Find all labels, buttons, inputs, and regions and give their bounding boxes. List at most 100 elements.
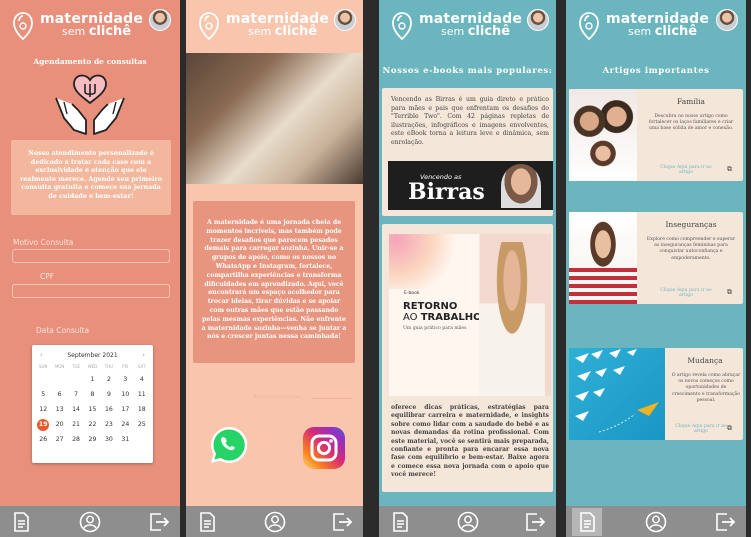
nav-profile-button[interactable] (75, 508, 105, 536)
weekday-label: SUN (38, 364, 48, 369)
exit-icon (150, 512, 170, 531)
calendar-day[interactable]: 15 (84, 404, 100, 416)
calendar-day[interactable]: 25 (134, 419, 150, 431)
calendar-day[interactable]: 8 (84, 389, 100, 401)
calendar-day[interactable]: 17 (117, 404, 133, 416)
article-description: Explore como compreender e superar as in… (646, 237, 736, 261)
calendar-day[interactable]: 6 (51, 389, 67, 401)
prev-month-button[interactable]: ‹ (40, 351, 43, 359)
instagram-glyph-icon (310, 434, 338, 462)
cover-glow (389, 234, 459, 289)
calendar-day[interactable]: 29 (84, 434, 100, 446)
article-link[interactable]: Clique Aqui para ir ao artigo (673, 424, 729, 434)
calendar-day[interactable]: 3 (117, 374, 133, 386)
nav-exit-button[interactable] (710, 508, 740, 536)
calendar-day[interactable]: 7 (68, 389, 84, 401)
calendar-day[interactable]: 22 (84, 419, 100, 431)
cover-subtitle: Um guia prático para mães (403, 326, 467, 331)
brand-logo[interactable]: maternidade sem clichê (389, 8, 522, 44)
cover-kicker: E-book (404, 291, 420, 296)
article-image-change (569, 348, 665, 440)
avatar[interactable] (716, 9, 738, 31)
calendar-day[interactable]: 13 (51, 404, 67, 416)
nav-exit-button[interactable] (144, 508, 174, 536)
screen-community: maternidade sem clichê A maternidade é um… (186, 0, 363, 537)
ebook-card-retorno[interactable]: E-book RETORNO AO TRABALHO Um guia práti… (382, 224, 553, 492)
calendar-day[interactable]: 12 (35, 404, 51, 416)
instagram-icon[interactable] (303, 427, 345, 469)
brand-line2-prefix: sem (62, 25, 89, 39)
brand-line2-main: clichê (88, 24, 132, 40)
calendar-day[interactable]: 26 (35, 434, 51, 446)
calendar-day[interactable]: 2 (101, 374, 117, 386)
cover-title-line2b: TRABALHO (420, 312, 482, 323)
calendar-day[interactable]: 20 (51, 419, 67, 431)
brand-logo[interactable]: maternidade sem clichê (10, 8, 143, 44)
user-icon (457, 511, 478, 532)
calendar-day[interactable]: 9 (101, 389, 117, 401)
ebook-cover-retorno[interactable]: E-book RETORNO AO TRABALHO Um guia práti… (389, 234, 551, 396)
nav-profile-button[interactable] (260, 508, 290, 536)
calendar-day[interactable]: 27 (51, 434, 67, 446)
next-month-button[interactable]: › (142, 351, 145, 359)
calendar-day[interactable]: 30 (101, 434, 117, 446)
data-label: Data Consulta (36, 326, 90, 335)
avatar[interactable] (527, 9, 549, 31)
nav-profile-button[interactable] (641, 508, 671, 536)
calendar-day[interactable]: 10 (117, 389, 133, 401)
brand-logo[interactable]: maternidade sem clichê (196, 8, 329, 44)
cover-title-line2a: AO (403, 312, 421, 323)
external-link-icon[interactable]: ⧉ (727, 424, 732, 433)
article-link[interactable]: Clique Aqui para ir ao artigo (653, 165, 719, 175)
calendar-day[interactable]: 11 (134, 389, 150, 401)
calendar-day[interactable]: 4 (134, 374, 150, 386)
ebook-description: oferece dicas práticas, estratégias para… (391, 404, 549, 479)
nav-exit-button[interactable] (520, 508, 550, 536)
calendar-day[interactable]: 23 (101, 419, 117, 431)
calendar-day[interactable]: 18 (134, 404, 150, 416)
nav-exit-button[interactable] (327, 508, 357, 536)
brand-logo[interactable]: maternidade sem clichê (576, 8, 709, 44)
calendar-day[interactable]: 1 (84, 374, 100, 386)
external-link-icon[interactable]: ⧉ (727, 288, 732, 297)
avatar[interactable] (149, 9, 171, 31)
nav-documents-button[interactable] (385, 508, 415, 536)
brand-line2-prefix: sem (628, 25, 655, 39)
article-card-familia[interactable]: Família Descubra no nosso artigo como fo… (569, 89, 743, 181)
motivo-input[interactable] (12, 249, 170, 263)
exit-icon (333, 512, 353, 531)
whatsapp-icon[interactable] (208, 424, 250, 466)
calendar-day[interactable]: 31 (117, 434, 133, 446)
calendar-day[interactable]: 24 (117, 419, 133, 431)
exit-icon (716, 512, 736, 531)
bottom-nav (0, 506, 180, 537)
article-description: Descubra no nosso artigo como fortalecer… (648, 114, 734, 132)
article-card-mudanca[interactable]: Mudança O artigo revela como abraçar os … (569, 348, 743, 440)
brand-line2-prefix: sem (441, 25, 468, 39)
ebook-cover-birras[interactable]: Vencendo as Birras (388, 161, 553, 210)
document-icon (14, 511, 29, 532)
calendar-empty (68, 374, 84, 386)
calendar-day[interactable]: 14 (68, 404, 84, 416)
external-link-icon[interactable]: ⧉ (727, 165, 732, 174)
article-image-family (569, 89, 637, 181)
date-picker[interactable]: ‹ September 2021 › SUN MON TUE WED THU FRI SAT… (32, 345, 153, 463)
calendar-day[interactable]: 19 (37, 419, 50, 431)
article-link[interactable]: Clique Aqui para ir ao artigo (653, 288, 719, 298)
nav-documents-button[interactable] (572, 507, 602, 536)
calendar-day[interactable]: 5 (35, 389, 51, 401)
article-card-insegurancas[interactable]: Inseguranças Explore como compreender e … (569, 212, 743, 304)
nav-documents-button[interactable] (6, 508, 36, 536)
avatar[interactable] (334, 9, 356, 31)
ebook-card-birras[interactable]: Vencendo as Birras é um guia direto e pr… (382, 88, 553, 216)
caring-hands-heart-icon (55, 74, 125, 135)
calendar-day[interactable]: 21 (68, 419, 84, 431)
nav-documents-button[interactable] (192, 508, 222, 536)
calendar-day[interactable]: 28 (68, 434, 84, 446)
cover-portrait (479, 242, 545, 396)
article-description: O artigo revela como abraçar os novos co… (671, 373, 741, 403)
calendar-day[interactable]: 16 (101, 404, 117, 416)
ebook-description: Vencendo as Birras é um guia direto e pr… (391, 96, 549, 146)
nav-profile-button[interactable] (453, 508, 483, 536)
cpf-input[interactable] (12, 284, 170, 298)
